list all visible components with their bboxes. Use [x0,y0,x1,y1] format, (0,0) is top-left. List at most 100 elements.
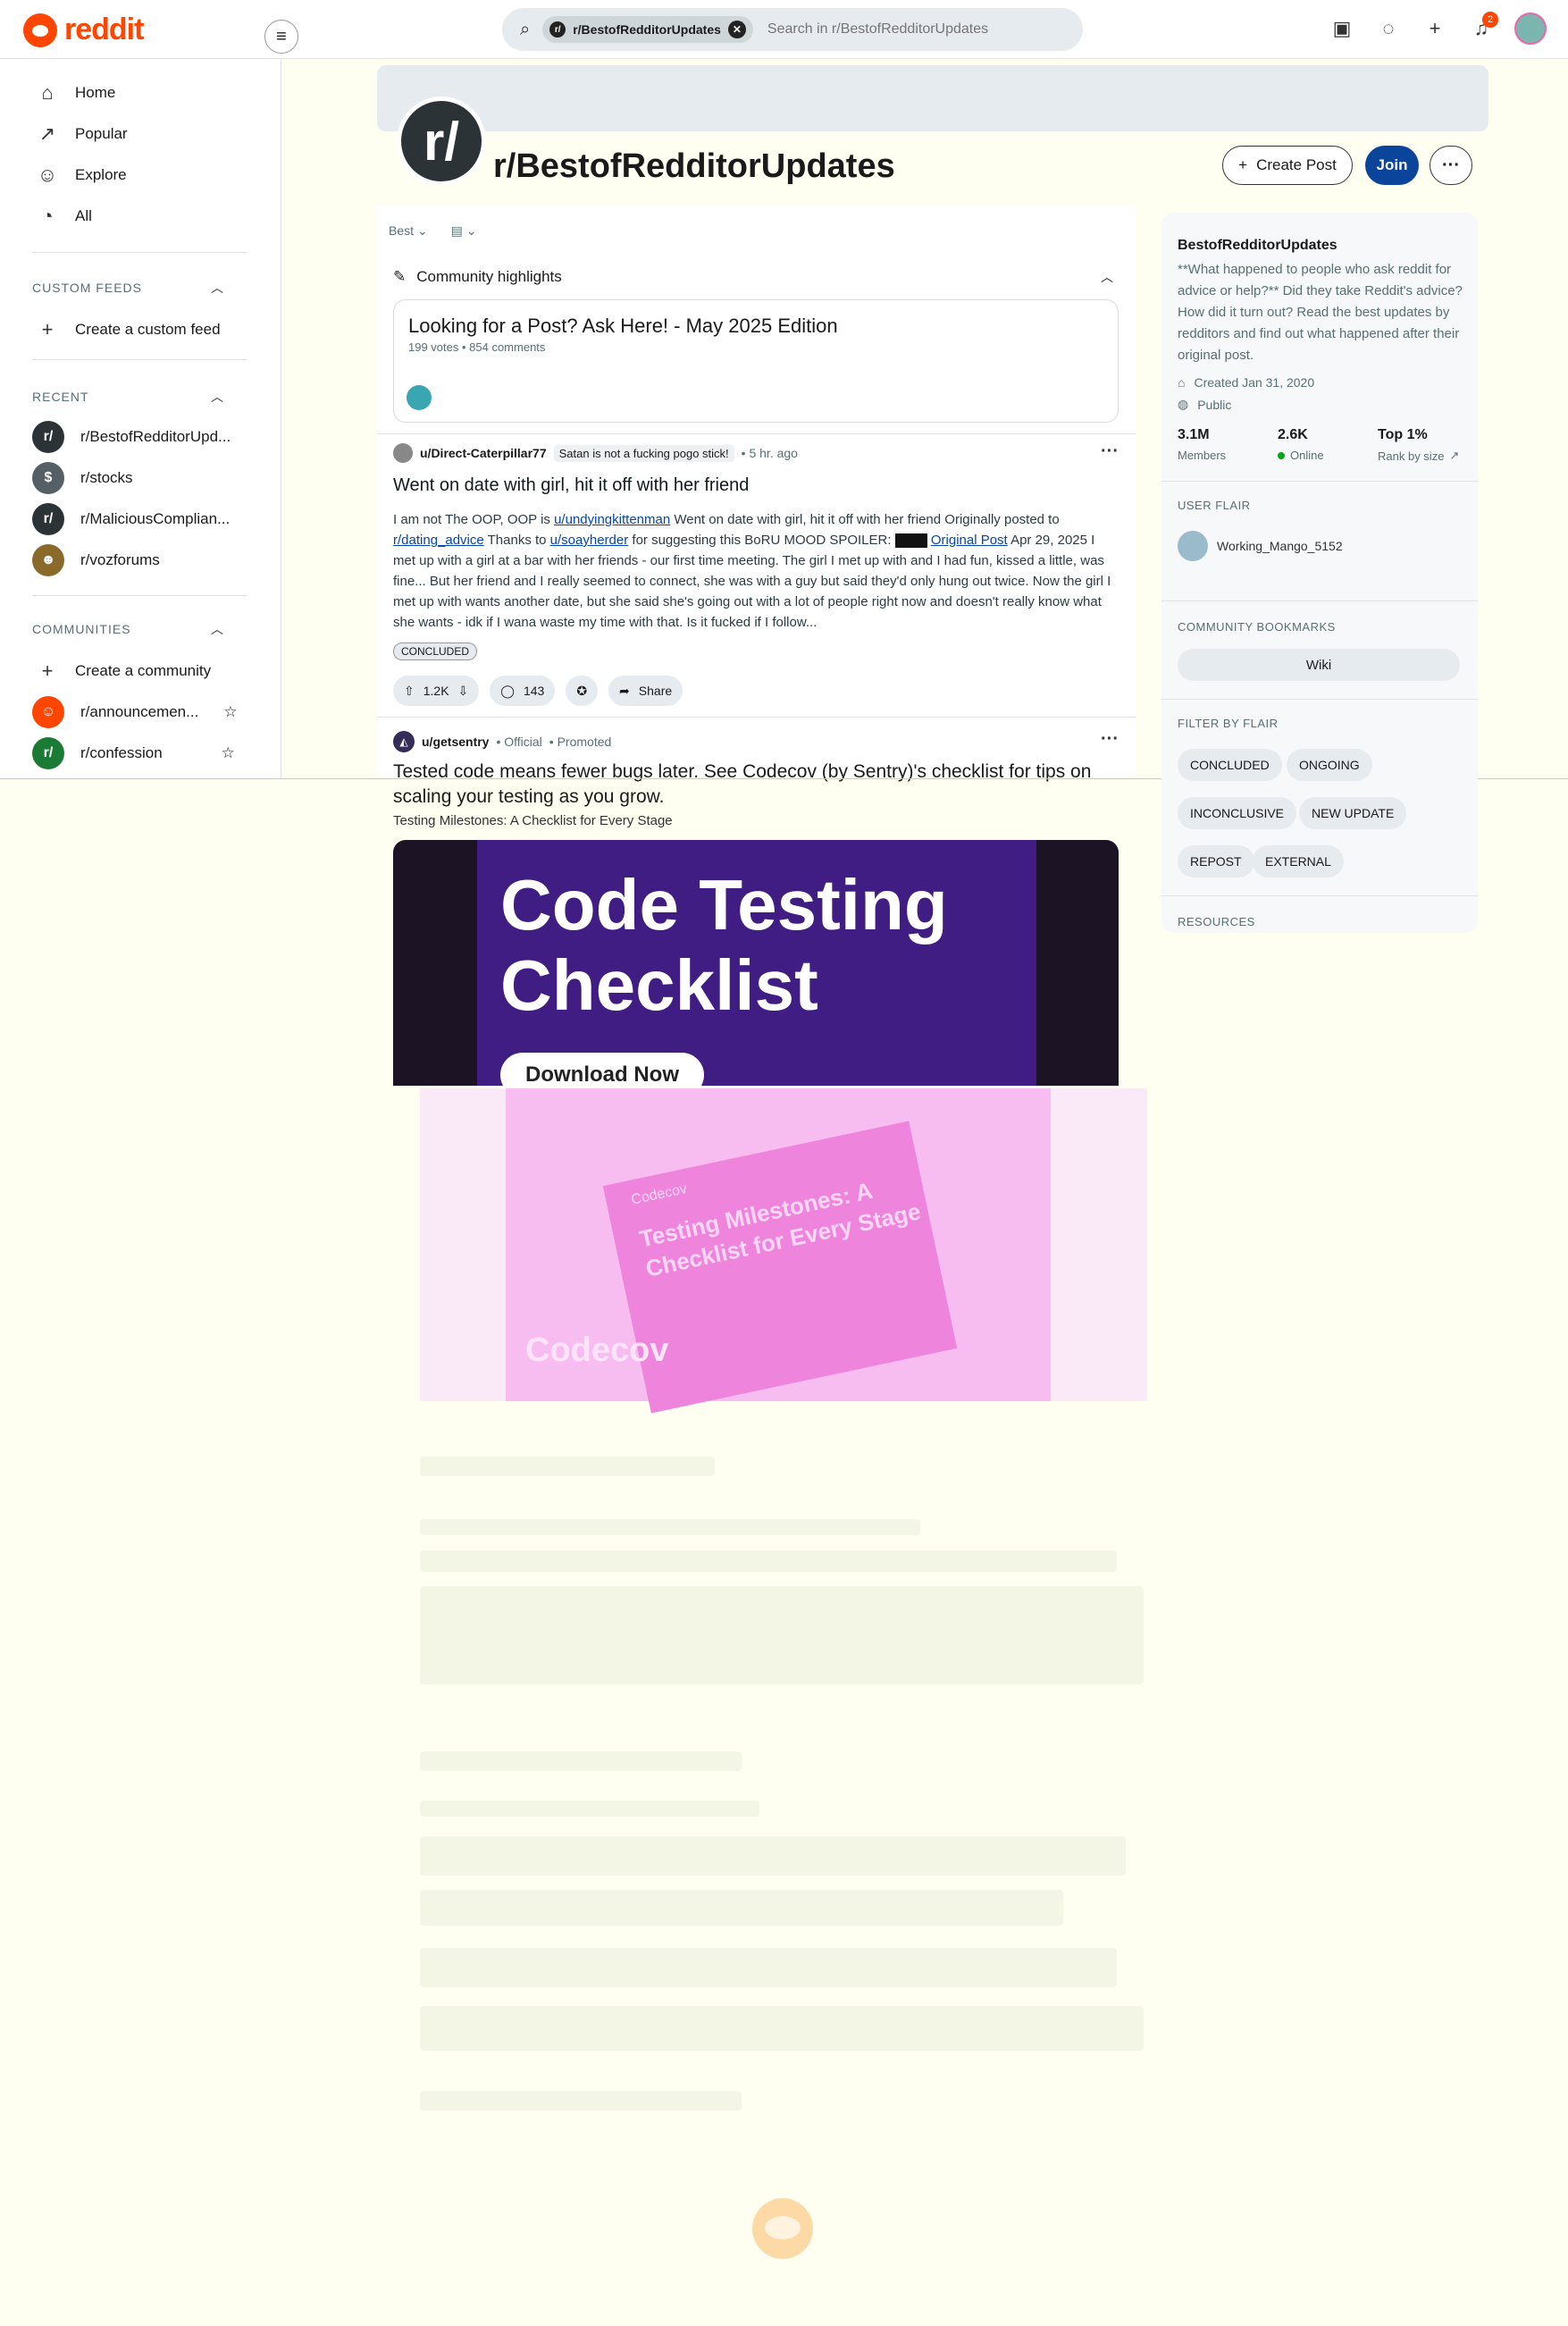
faded-ad-image: Codecov Testing Milestones: A Checklist … [420,1088,1147,1414]
recent-item[interactable]: r/r/MaliciousComplian... [32,503,230,535]
username: Working_Mango_5152 [1217,539,1343,553]
flair-filter-inconclusive[interactable]: INCONCLUSIVE [1178,797,1297,829]
flair-filter-ongoing[interactable]: ONGOING [1287,749,1372,781]
subreddit-link[interactable]: r/dating_advice [393,533,484,548]
ad-author[interactable]: u/getsentry [422,735,489,749]
post-title[interactable]: Went on date with girl, hit it off with … [393,475,749,496]
subreddit-icon: r/ [32,737,64,769]
search-input[interactable] [765,21,1034,38]
custom-feeds-heading[interactable]: CUSTOM FEEDS [32,281,142,295]
ad-official: • Official [496,735,542,749]
community-description: **What happened to people who ask reddit… [1178,262,1463,363]
sentry-logo-icon: ◭ [393,731,415,752]
subreddit-icon: r/ [32,503,64,535]
chevron-up-icon[interactable]: ︿ [211,388,223,406]
faded-text-block [420,2006,1144,2051]
reddit-logo[interactable]: reddit [23,13,144,47]
collapse-sidebar-button[interactable]: ≡ [264,20,298,54]
search-bar[interactable]: ⌕ r/ r/BestofRedditorUpdates ✕ [502,8,1083,51]
communities-heading[interactable]: COMMUNITIES [32,622,131,636]
download-now-button[interactable]: Download Now [500,1053,704,1086]
post-body-text: for suggesting this BoRU MOOD SPOILER: [628,533,895,548]
community-item[interactable]: r/r/confession ☆ [32,737,235,769]
downvote-icon[interactable]: ⇩ [458,684,469,699]
community-highlights-header[interactable]: ✎ Community highlights [393,268,562,286]
post-body[interactable]: I am not The OOP, OOP is u/undyingkitten… [393,509,1119,634]
nav-popular-label: Popular [75,125,128,142]
faded-text-line [420,1751,742,1771]
chat-icon[interactable]: ◌ [1375,15,1402,42]
chevron-up-icon[interactable]: ︿ [211,279,223,297]
online-label: Online [1290,449,1324,462]
upvote-icon[interactable]: ⇧ [404,684,415,699]
flair-filter-repost[interactable]: REPOST [1178,845,1254,877]
recent-item[interactable]: ☻ r/vozforums [32,544,160,576]
advertise-icon[interactable]: ▣ [1329,15,1355,42]
all-icon: ◔ [41,205,54,227]
community-item-label: r/announcemen... [80,703,199,720]
notifications-icon[interactable]: ♫ 2 [1468,12,1498,42]
nav-popular[interactable]: ↗ Popular [36,122,128,146]
wiki-button[interactable]: Wiki [1178,649,1460,681]
highlight-card[interactable]: Looking for a Post? Ask Here! - May 2025… [393,299,1119,423]
user-link[interactable]: u/undyingkittenman [554,512,670,527]
recent-item[interactable]: $ r/stocks [32,462,133,494]
loading-snoo-icon [752,2198,813,2259]
flair-filter-concluded[interactable]: CONCLUDED [1178,749,1282,781]
create-custom-feed[interactable]: + Create a custom feed [36,318,221,341]
subreddit-title: r/BestofRedditorUpdates [493,147,895,185]
star-icon[interactable]: ☆ [222,744,235,762]
logo-text: reddit [64,13,144,46]
star-icon[interactable]: ☆ [223,703,237,721]
feed-divider [377,717,1136,718]
view-toggle[interactable]: ▤ ⌄ [451,223,477,239]
ad-image[interactable]: Code Testing Checklist Download Now [393,840,1119,1086]
more-options-button[interactable]: ··· [1430,146,1472,185]
chevron-up-icon[interactable]: ︿ [1101,268,1113,286]
author-avatar [407,385,432,410]
comment-count: 143 [523,684,545,698]
comments-button[interactable]: ◯ 143 [490,676,556,706]
pin-icon: ✎ [393,268,407,285]
create-community-label: Create a community [75,662,212,679]
search-subreddit-chip[interactable]: r/ r/BestofRedditorUpdates ✕ [542,16,753,43]
flair-filter-new-update[interactable]: NEW UPDATE [1299,797,1407,829]
rank-value: Top 1% [1378,427,1428,442]
ad-options-icon[interactable]: ··· [1101,729,1119,750]
chevron-up-icon[interactable]: ︿ [211,620,223,638]
user-link[interactable]: u/soayherder [550,533,629,548]
community-item-label: r/confession [80,744,163,761]
join-button[interactable]: Join [1365,146,1419,185]
subreddit-chip-icon: r/ [549,21,566,38]
rank-stat[interactable]: Top 1% Rank by size ↗ [1378,427,1459,463]
members-stat: 3.1M Members [1178,427,1226,462]
community-item[interactable]: ☺ r/announcemen... ☆ [32,696,238,728]
ad-title[interactable]: Tested code means fewer bugs later. See … [393,760,1108,810]
flair-filter-external[interactable]: EXTERNAL [1253,845,1344,877]
user-flair-row[interactable]: Working_Mango_5152 [1178,531,1343,561]
clear-chip-icon[interactable]: ✕ [727,21,746,38]
award-button[interactable]: ✪ [566,676,599,706]
vote-control: ⇧ 1.2K ⇩ [393,676,480,706]
sort-dropdown[interactable]: Best ⌄ [389,223,428,239]
nav-home[interactable]: ⌂ Home [36,81,115,105]
post-options-icon[interactable]: ··· [1101,441,1119,462]
nav-explore-label: Explore [75,166,127,183]
spoiler-block[interactable] [894,533,927,549]
nav-all[interactable]: ◔ All [36,205,92,228]
create-icon[interactable]: + [1421,15,1448,42]
post-author[interactable]: u/Direct-Caterpillar77 [420,446,547,460]
subreddit-avatar: r/ [397,97,486,186]
ad-headline-line: Code Testing [500,865,948,945]
user-avatar[interactable] [1514,13,1547,45]
recent-item[interactable]: r/r/BestofRedditorUpd... [32,421,231,453]
create-community[interactable]: + Create a community [36,659,212,683]
post-flair-tag[interactable]: CONCLUDED [393,642,478,660]
share-button[interactable]: ➦ Share [608,676,683,706]
original-post-link[interactable]: Original Post [931,533,1008,548]
create-post-button[interactable]: + Create Post [1222,146,1353,185]
nav-explore[interactable]: ☺ Explore [36,164,127,187]
snoo-logo-icon [23,13,57,47]
recent-heading[interactable]: RECENT [32,390,89,404]
card-view-icon: ▤ [450,223,463,238]
